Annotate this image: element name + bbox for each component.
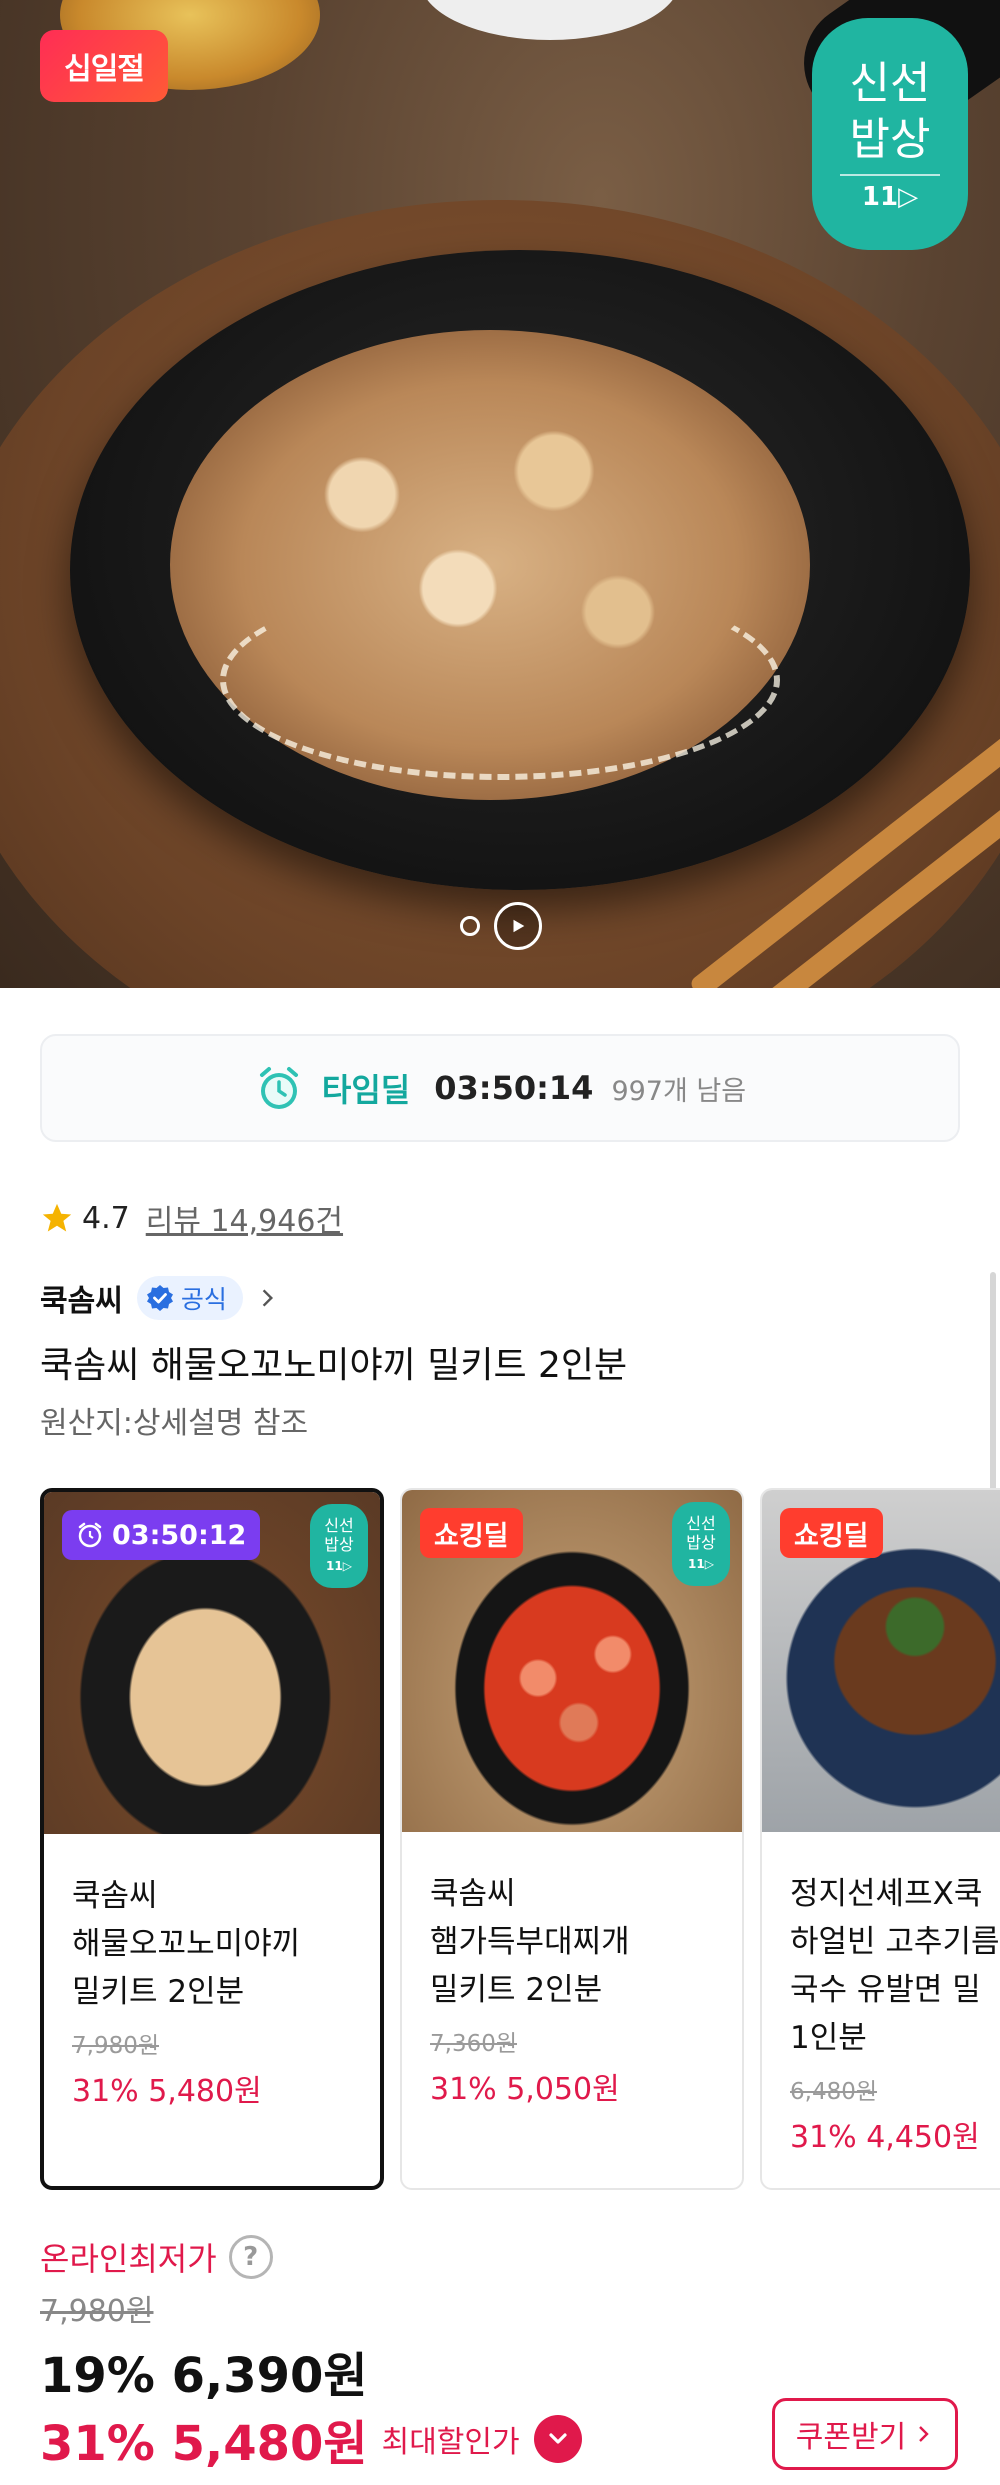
fresh-badge-logo: 11▷	[326, 1559, 352, 1573]
carousel-controls	[460, 902, 542, 950]
time-deal-banner: 타임딜 03:50:14 997개 남음	[40, 1034, 960, 1142]
verified-check-icon	[146, 1285, 173, 1311]
review-count-link[interactable]: 리뷰 14,946건	[146, 1196, 343, 1240]
get-coupon-label: 쿠폰받기	[795, 2420, 907, 2455]
seller-row[interactable]: 쿡솜씨 공식	[40, 1276, 279, 1320]
chevron-down-glyph	[548, 2433, 567, 2444]
product-card[interactable]: 쇼킹딜 신선 밥상 11▷ 쿡솜씨 햄가득부대찌개 밀키트 2인분 7,360원…	[400, 1488, 744, 2190]
alarm-clock-icon	[259, 1067, 298, 1109]
play-icon	[513, 919, 525, 933]
product-card-name: 쿡솜씨 해물오꼬노미야끼 밀키트 2인분	[72, 1878, 301, 2010]
fresh-badge-line1: 신선	[849, 58, 931, 109]
rating-score: 4.7	[82, 1200, 130, 1236]
scrollbar[interactable]	[990, 1272, 996, 1492]
lowest-price-row: 온라인최저가 ?	[40, 2234, 273, 2280]
product-card-info: 쿡솜씨 해물오꼬노미야끼 밀키트 2인분 7,980원 31% 5,480원	[44, 1834, 380, 2110]
mayo-drizzle-image	[220, 580, 780, 780]
product-card-info: 정지선셰프X쿡 하얼빈 고추기름 국수 유발면 밀 1인분 6,480원 31%…	[762, 1832, 1000, 2156]
fresh-badge-line1: 신선	[686, 1514, 716, 1533]
chevron-right-icon	[919, 2426, 929, 2442]
play-button[interactable]	[494, 902, 542, 950]
official-label: 공식	[180, 1285, 227, 1314]
fresh-badge-divider	[840, 174, 940, 176]
product-card-name: 쿡솜씨 햄가득부대찌개 밀키트 2인분	[430, 1876, 630, 2008]
time-deal-label: 타임딜	[321, 1071, 411, 1109]
get-coupon-button[interactable]: 쿠폰받기	[772, 2398, 958, 2470]
fresh-table-badge: 신선 밥상 11▷	[310, 1504, 368, 1588]
product-card-original-price: 7,360원	[430, 2031, 518, 2057]
product-thumbnail[interactable]: 쇼킹딜 신선 밥상 11▷	[402, 1490, 742, 1832]
seller-name[interactable]: 쿡솜씨	[40, 1276, 123, 1320]
product-thumbnail[interactable]: 03:50:12 신선 밥상 11▷	[44, 1492, 380, 1834]
time-deal-remaining: 997개 남음	[611, 1075, 747, 1107]
product-card[interactable]: 쇼킹딜 정지선셰프X쿡 하얼빈 고추기름 국수 유발면 밀 1인분 6,480원…	[760, 1488, 1000, 2190]
carousel-dot[interactable]	[460, 916, 480, 936]
fresh-badge-line1: 신선	[324, 1516, 354, 1535]
fresh-table-badge: 신선 밥상 11▷	[672, 1502, 730, 1586]
original-price: 7,980원	[40, 2294, 154, 2329]
max-discount-label: 최대할인가	[381, 2425, 520, 2460]
product-hero-image[interactable]: 십일절 신선 밥상 11▷	[0, 0, 1000, 988]
chevron-right-icon[interactable]	[257, 1287, 279, 1309]
product-card-info: 쿡솜씨 햄가득부대찌개 밀키트 2인분 7,360원 31% 5,050원	[402, 1832, 742, 2108]
official-badge: 공식	[136, 1276, 243, 1320]
fresh-table-badge: 신선 밥상 11▷	[812, 18, 968, 250]
alarm-clock-icon	[78, 1522, 102, 1548]
fresh-badge-line2: 밥상	[324, 1535, 354, 1554]
origin-text: 원산지:상세설명 참조	[40, 1406, 309, 1441]
fresh-badge-logo: 11▷	[861, 182, 919, 212]
product-card-name: 정지선셰프X쿡 하얼빈 고추기름 국수 유발면 밀 1인분	[790, 1876, 1000, 2056]
product-card-original-price: 6,480원	[790, 2079, 878, 2105]
time-deal-countdown: 03:50:14	[434, 1069, 594, 1107]
product-title: 쿡솜씨 해물오꼬노미야끼 밀키트 2인분	[40, 1345, 628, 1386]
chevron-down-icon[interactable]	[533, 2415, 582, 2463]
timer-tag-label: 03:50:12	[112, 1519, 247, 1551]
lowest-price-label: 온라인최저가	[40, 2240, 217, 2278]
shocking-deal-tag: 쇼킹딜	[780, 1508, 883, 1558]
rating-row: 4.7 리뷰 14,946건	[40, 1196, 343, 1240]
product-thumbnail[interactable]: 쇼킹딜	[762, 1490, 1000, 1832]
side-plate-image	[420, 0, 680, 40]
eleven-day-badge: 십일절	[40, 30, 168, 102]
shocking-deal-tag: 쇼킹딜	[420, 1508, 523, 1558]
discount-price-19: 19% 6,390원	[40, 2348, 368, 2404]
product-card-sale-price: 31% 5,480원	[72, 2074, 262, 2109]
fresh-badge-line2: 밥상	[686, 1533, 716, 1552]
product-card-original-price: 7,980원	[72, 2033, 160, 2059]
fresh-badge-line2: 밥상	[849, 114, 931, 165]
max-discount-row: 31% 5,480원 최대할인가	[40, 2404, 582, 2474]
timer-tag: 03:50:12	[62, 1510, 261, 1560]
max-discount-price: 31% 5,480원	[40, 2416, 368, 2472]
star-icon	[42, 1203, 72, 1232]
fresh-badge-logo: 11▷	[688, 1557, 714, 1571]
product-card-sale-price: 31% 4,450원	[790, 2120, 980, 2155]
product-card[interactable]: 03:50:12 신선 밥상 11▷ 쿡솜씨 해물오꼬노미야끼 밀키트 2인분 …	[40, 1488, 384, 2190]
question-icon[interactable]: ?	[228, 2235, 273, 2279]
product-card-sale-price: 31% 5,050원	[430, 2072, 620, 2107]
related-products-carousel[interactable]: 03:50:12 신선 밥상 11▷ 쿡솜씨 해물오꼬노미야끼 밀키트 2인분 …	[40, 1488, 1000, 2190]
